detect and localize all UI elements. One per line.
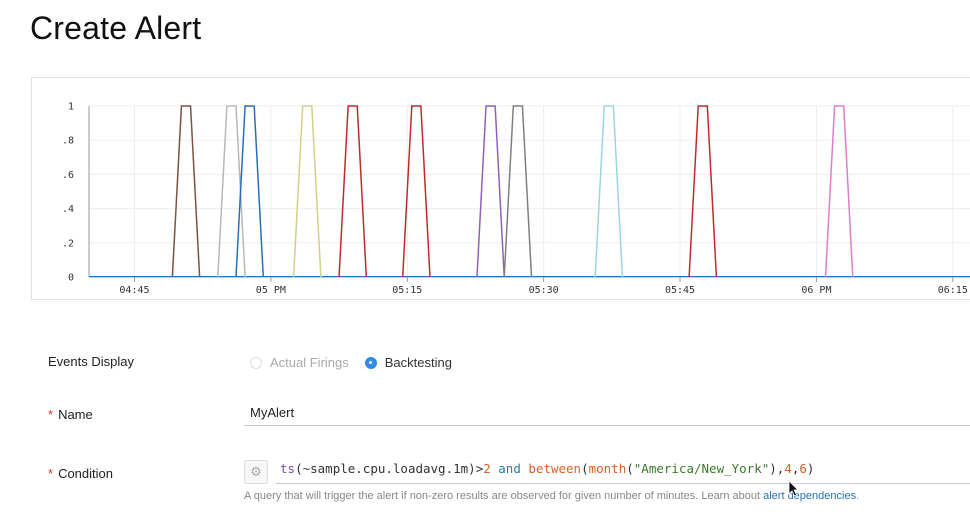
radio-backtesting[interactable]: Backtesting xyxy=(364,355,452,370)
radio-unchecked-icon xyxy=(250,356,262,369)
series-pulse xyxy=(688,105,718,278)
x-tick-label: 06 PM xyxy=(801,285,831,296)
series-pulse xyxy=(292,105,322,278)
y-tick-label: .4 xyxy=(62,204,74,215)
query-token: 2 xyxy=(483,461,491,476)
query-settings-button[interactable]: ⚙ xyxy=(244,460,268,484)
radio-backtesting-label: Backtesting xyxy=(384,355,452,370)
mouse-cursor-icon xyxy=(788,480,799,497)
alert-dependencies-link[interactable]: alert dependencies xyxy=(763,490,856,502)
query-token: ), xyxy=(769,461,785,476)
series-pulse xyxy=(503,105,533,278)
events-display-label: Events Display xyxy=(48,354,134,369)
series-pulse xyxy=(594,105,624,278)
query-token: ( xyxy=(626,461,634,476)
series-pulse xyxy=(235,105,265,278)
condition-label: * Condition xyxy=(48,466,113,481)
query-token: between xyxy=(528,461,582,476)
x-tick-label: 05:30 xyxy=(529,285,559,296)
page-title: Create Alert xyxy=(30,10,202,46)
alert-chart: 0 .2 .4 .6 .8 1 04:45 05 PM 05:15 05:30 05:45 06 PM… xyxy=(31,77,970,300)
query-token: ( xyxy=(581,461,589,476)
name-input[interactable] xyxy=(244,400,970,426)
y-tick-label: 0 xyxy=(68,273,74,284)
x-tick-label: 06:15 xyxy=(938,285,968,296)
query-token: 4 xyxy=(784,461,792,476)
required-marker: * xyxy=(48,466,54,481)
chart-svg: 0 .2 .4 .6 .8 1 04:45 05 PM 05:15 05:30 05:45 06 PM… xyxy=(62,102,970,296)
x-tick-label: 04:45 xyxy=(119,285,149,296)
x-tick-label: 05:15 xyxy=(392,285,422,296)
query-token: and xyxy=(498,461,521,476)
query-token: ts xyxy=(280,461,296,476)
name-label: * Name xyxy=(48,407,93,422)
query-token: ) xyxy=(806,461,815,476)
query-token: 6 xyxy=(799,461,807,476)
series-pulse xyxy=(476,105,505,278)
y-tick-label: 1 xyxy=(68,102,74,113)
query-token: month xyxy=(588,461,627,476)
required-marker: * xyxy=(48,407,54,422)
series-pulse xyxy=(171,105,201,278)
condition-hint: A query that will trigger the alert if n… xyxy=(244,490,860,502)
y-tick-label: .2 xyxy=(62,238,74,249)
y-tick-label: .8 xyxy=(62,136,74,147)
condition-query-input[interactable]: ts(~sample.cpu.loadavg.1m)>2 and between… xyxy=(276,458,970,484)
series-pulse xyxy=(338,105,368,278)
query-token: (~sample.cpu.loadavg.1m) xyxy=(295,461,476,476)
y-tick-label: .6 xyxy=(62,170,74,181)
query-token: "America/New_York" xyxy=(633,461,770,476)
x-tick-label: 05:45 xyxy=(665,285,695,296)
x-tick-label: 05 PM xyxy=(256,285,286,296)
series-pulse xyxy=(824,105,854,278)
radio-checked-icon xyxy=(364,356,377,369)
radio-actual-firings[interactable]: Actual Firings xyxy=(250,355,349,370)
radio-actual-firings-label: Actual Firings xyxy=(270,355,349,370)
events-display-radio-group: Actual Firings Backtesting xyxy=(250,355,468,370)
gear-icon: ⚙ xyxy=(250,464,262,479)
